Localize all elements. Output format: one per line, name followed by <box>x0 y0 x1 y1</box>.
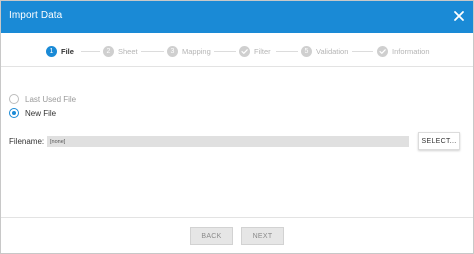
back-button[interactable]: BACK <box>190 227 233 245</box>
radio-label: New File <box>25 108 57 118</box>
step-label: File <box>61 46 74 56</box>
step-validation[interactable]: 5 Validation <box>301 45 348 57</box>
step-label: Validation <box>316 46 349 56</box>
step-filter[interactable]: Filter <box>239 45 271 57</box>
radio-button[interactable] <box>9 108 19 118</box>
step-connector <box>141 51 164 52</box>
import-data-dialog: Import Data 1 File 2 Sheet 3 Mapping Fil… <box>0 0 474 254</box>
step-number: 3 <box>167 45 178 57</box>
radio-last-used-file[interactable]: Last Used File <box>9 94 76 104</box>
filename-field[interactable] <box>47 136 409 147</box>
step-connector <box>81 51 100 52</box>
step-connector <box>214 51 236 52</box>
step-connector <box>352 51 373 52</box>
dialog-title: Import Data <box>9 10 63 21</box>
radio-new-file[interactable]: New File <box>9 108 56 118</box>
check-icon <box>377 45 388 57</box>
step-label: Sheet <box>118 46 138 56</box>
step-information[interactable]: Information <box>377 45 430 57</box>
step-label: Information <box>392 46 430 56</box>
step-file[interactable]: 1 File <box>46 45 74 57</box>
step-mapping[interactable]: 3 Mapping <box>167 45 211 57</box>
step-label: Filter <box>254 46 271 56</box>
step-number: 1 <box>46 45 57 57</box>
step-label: Mapping <box>182 46 211 56</box>
dialog-footer: BACK NEXT <box>1 217 473 253</box>
select-file-button[interactable]: SELECT... <box>418 132 460 150</box>
filename-label: Filename: <box>9 137 45 146</box>
check-icon <box>239 45 250 57</box>
step-sheet[interactable]: 2 Sheet <box>103 45 138 57</box>
step-number: 5 <box>301 45 312 57</box>
step-number: 2 <box>103 45 114 57</box>
radio-button[interactable] <box>9 94 19 104</box>
radio-label: Last Used File <box>25 94 77 104</box>
step-connector <box>276 51 298 52</box>
next-button[interactable]: NEXT <box>241 227 284 245</box>
dialog-titlebar: Import Data <box>1 1 473 33</box>
close-icon[interactable] <box>452 9 466 23</box>
wizard-stepper: 1 File 2 Sheet 3 Mapping Filter 5 Valida… <box>1 33 473 67</box>
